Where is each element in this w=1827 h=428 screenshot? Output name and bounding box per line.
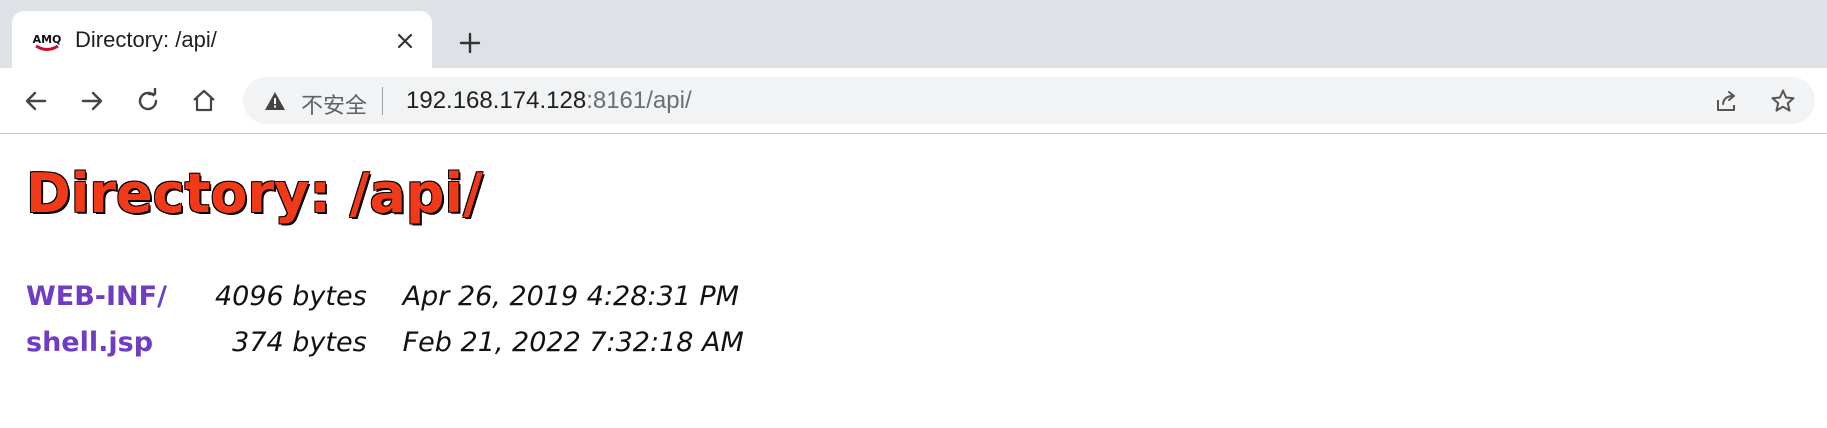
address-bar[interactable]: 不安全 192.168.174.128:8161/api/ bbox=[243, 77, 1815, 124]
table-row: shell.jsp 374 bytes Feb 21, 2022 7:32:18… bbox=[22, 319, 762, 365]
address-separator bbox=[382, 87, 383, 115]
tab-active[interactable]: AMQ Directory: /api/ bbox=[12, 11, 432, 68]
entry-size: 374 bytes bbox=[232, 326, 367, 358]
favicon-text: AMQ bbox=[33, 33, 62, 46]
activemq-favicon-icon: AMQ bbox=[32, 28, 62, 54]
forward-arrow-icon[interactable] bbox=[74, 83, 110, 119]
tab-title: Directory: /api/ bbox=[75, 27, 217, 52]
url-port-path: :8161/api/ bbox=[586, 87, 692, 114]
entry-date: Feb 21, 2022 7:32:18 AM bbox=[402, 326, 744, 358]
entry-size: 4096 bytes bbox=[214, 280, 367, 312]
url-text[interactable]: 192.168.174.128:8161/api/ bbox=[406, 87, 692, 115]
entry-link-shell-jsp[interactable]: shell.jsp bbox=[26, 327, 153, 358]
entry-date: Apr 26, 2019 4:28:31 PM bbox=[402, 280, 740, 312]
warning-triangle-icon[interactable] bbox=[263, 89, 287, 113]
not-secure-label[interactable]: 不安全 bbox=[301, 88, 367, 120]
browser-toolbar: 不安全 192.168.174.128:8161/api/ bbox=[0, 68, 1827, 134]
page-content: Directory: /api/ WEB-INF/ 4096 bytes Apr… bbox=[0, 134, 1827, 428]
new-tab-plus-icon[interactable] bbox=[452, 25, 488, 61]
back-arrow-icon[interactable] bbox=[18, 83, 54, 119]
bookmark-star-icon[interactable] bbox=[1767, 85, 1799, 117]
tab-strip: AMQ Directory: /api/ bbox=[0, 0, 1827, 68]
directory-listing: WEB-INF/ 4096 bytes Apr 26, 2019 4:28:31… bbox=[22, 273, 762, 365]
close-tab-icon[interactable] bbox=[392, 28, 418, 54]
reload-icon[interactable] bbox=[130, 83, 166, 119]
share-icon[interactable] bbox=[1711, 85, 1743, 117]
home-icon[interactable] bbox=[186, 83, 222, 119]
page-heading: Directory: /api/ bbox=[26, 162, 483, 225]
url-host: 192.168.174.128 bbox=[406, 87, 587, 114]
entry-link-web-inf[interactable]: WEB-INF/ bbox=[26, 281, 167, 312]
table-row: WEB-INF/ 4096 bytes Apr 26, 2019 4:28:31… bbox=[22, 273, 762, 319]
